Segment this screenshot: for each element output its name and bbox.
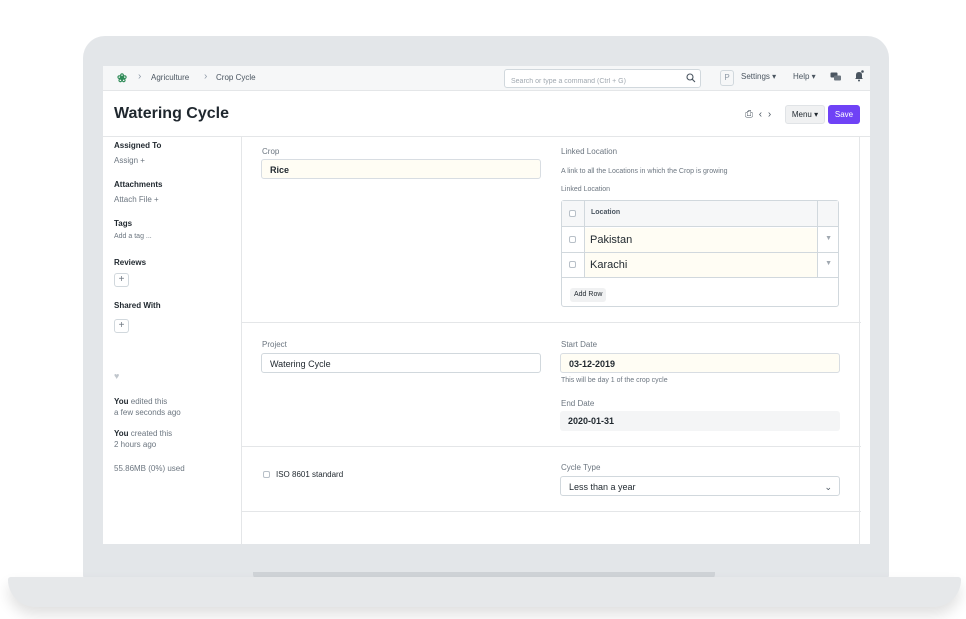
linked-location-label: Linked Location	[561, 147, 618, 156]
activity-item: You edited this a few seconds ago	[114, 396, 181, 418]
assign-link[interactable]: Assign +	[114, 156, 145, 165]
prev-doc-icon[interactable]: ‹	[759, 109, 762, 120]
plus-icon: +	[154, 195, 159, 204]
row-checkbox[interactable]	[569, 261, 576, 268]
iso-standard-label: ISO 8601 standard	[276, 470, 344, 479]
help-label: Help	[793, 72, 810, 81]
laptop-base	[8, 577, 961, 607]
activity-action: created this	[130, 429, 173, 438]
add-share-button[interactable]: +	[114, 319, 129, 333]
location-cell[interactable]: Pakistan	[585, 228, 817, 252]
table-header: Location	[562, 201, 838, 227]
plus-icon: +	[118, 320, 125, 331]
select-all-checkbox[interactable]	[569, 210, 576, 217]
cycle-type-value: Less than a year	[569, 482, 636, 492]
search-icon[interactable]	[686, 73, 696, 83]
start-date-label: Start Date	[561, 340, 598, 349]
app-logo-icon[interactable]: ❀	[117, 71, 127, 85]
activity-time: 2 hours ago	[114, 440, 157, 449]
crop-field[interactable]: Rice	[261, 159, 541, 179]
help-dropdown[interactable]: Help ▾	[793, 72, 816, 81]
chevron-right-icon: ›	[204, 71, 208, 82]
notification-bell-icon[interactable]	[854, 70, 864, 82]
search-box	[504, 69, 701, 90]
next-doc-icon[interactable]: ›	[768, 109, 771, 120]
print-icon[interactable]: ⎙	[745, 109, 753, 120]
plus-icon: +	[118, 274, 125, 285]
settings-label: Settings	[741, 72, 770, 81]
project-field[interactable]: Watering Cycle	[261, 353, 541, 373]
assigned-to-heading: Assigned To	[114, 141, 162, 150]
breadcrumb-crop-cycle[interactable]: Crop Cycle	[216, 73, 256, 82]
start-date-description: This will be day 1 of the crop cycle	[561, 377, 668, 384]
section-divider	[242, 322, 861, 323]
start-date-field[interactable]: 03-12-2019	[560, 353, 840, 373]
header-icons: ⎙ ‹ ›	[745, 109, 771, 120]
screen: ❀ › Agriculture › Crop Cycle P Settings …	[103, 66, 870, 544]
settings-dropdown[interactable]: Settings ▾	[741, 72, 776, 81]
location-cell[interactable]: Karachi	[585, 253, 817, 277]
avatar[interactable]: P	[720, 70, 734, 86]
table-row: Karachi ▼	[562, 253, 838, 278]
linked-location-table: Location Pakistan ▼ Karachi ▼ Add Row	[561, 200, 839, 307]
save-button[interactable]: Save	[828, 105, 860, 124]
attachments-heading: Attachments	[114, 180, 163, 189]
cycle-type-select[interactable]: Less than a year ⌄	[560, 476, 840, 496]
cycle-type-label: Cycle Type	[561, 463, 601, 472]
activity-user[interactable]: You	[114, 397, 129, 406]
crop-label: Crop	[262, 147, 280, 156]
section-divider	[242, 511, 861, 512]
section-divider	[242, 446, 861, 447]
chevron-down-icon[interactable]: ▼	[825, 260, 832, 267]
navbar: ❀ › Agriculture › Crop Cycle P Settings …	[103, 66, 870, 91]
shared-with-heading: Shared With	[114, 301, 161, 310]
menu-button[interactable]: Menu ▾	[785, 105, 825, 124]
search-input[interactable]	[505, 73, 675, 90]
chevron-right-icon: ›	[138, 71, 142, 82]
add-tag-link[interactable]: Add a tag ...	[114, 233, 152, 240]
linked-location-table-label: Linked Location	[561, 186, 611, 193]
add-row-button[interactable]: Add Row	[570, 288, 607, 302]
end-date-field: 2020-01-31	[560, 411, 840, 431]
chevron-down-icon[interactable]: ▼	[825, 235, 832, 242]
row-checkbox[interactable]	[569, 236, 576, 243]
attach-file-label: Attach File	[114, 195, 152, 204]
plus-icon: +	[140, 156, 145, 165]
iso-standard-checkbox[interactable]	[263, 471, 270, 478]
location-column-header: Location	[591, 209, 621, 216]
storage-usage: 55.86MB (0%) used	[114, 464, 185, 473]
activity-time: a few seconds ago	[114, 408, 181, 417]
tags-heading: Tags	[114, 219, 133, 228]
activity-user[interactable]: You	[114, 429, 129, 438]
linked-location-description: A link to all the Locations in which the…	[561, 168, 728, 175]
menu-label: Menu	[791, 110, 812, 119]
like-heart-icon[interactable]: ♥	[114, 371, 119, 381]
activity-item: You created this 2 hours ago	[114, 428, 172, 450]
activity-action: edited this	[130, 397, 168, 406]
project-label: Project	[262, 340, 287, 349]
assign-label: Assign	[114, 156, 139, 165]
breadcrumb-agriculture[interactable]: Agriculture	[151, 73, 189, 82]
chevron-down-icon: ⌄	[824, 482, 832, 492]
end-date-label: End Date	[561, 399, 595, 408]
reviews-heading: Reviews	[114, 258, 147, 267]
attach-file-link[interactable]: Attach File +	[114, 195, 159, 204]
table-row: Pakistan ▼	[562, 228, 838, 253]
form-body: Crop Rice Linked Location A link to all …	[241, 137, 861, 544]
page-title: Watering Cycle	[114, 105, 229, 122]
chat-icon[interactable]	[830, 72, 842, 83]
add-review-button[interactable]: +	[114, 273, 129, 287]
